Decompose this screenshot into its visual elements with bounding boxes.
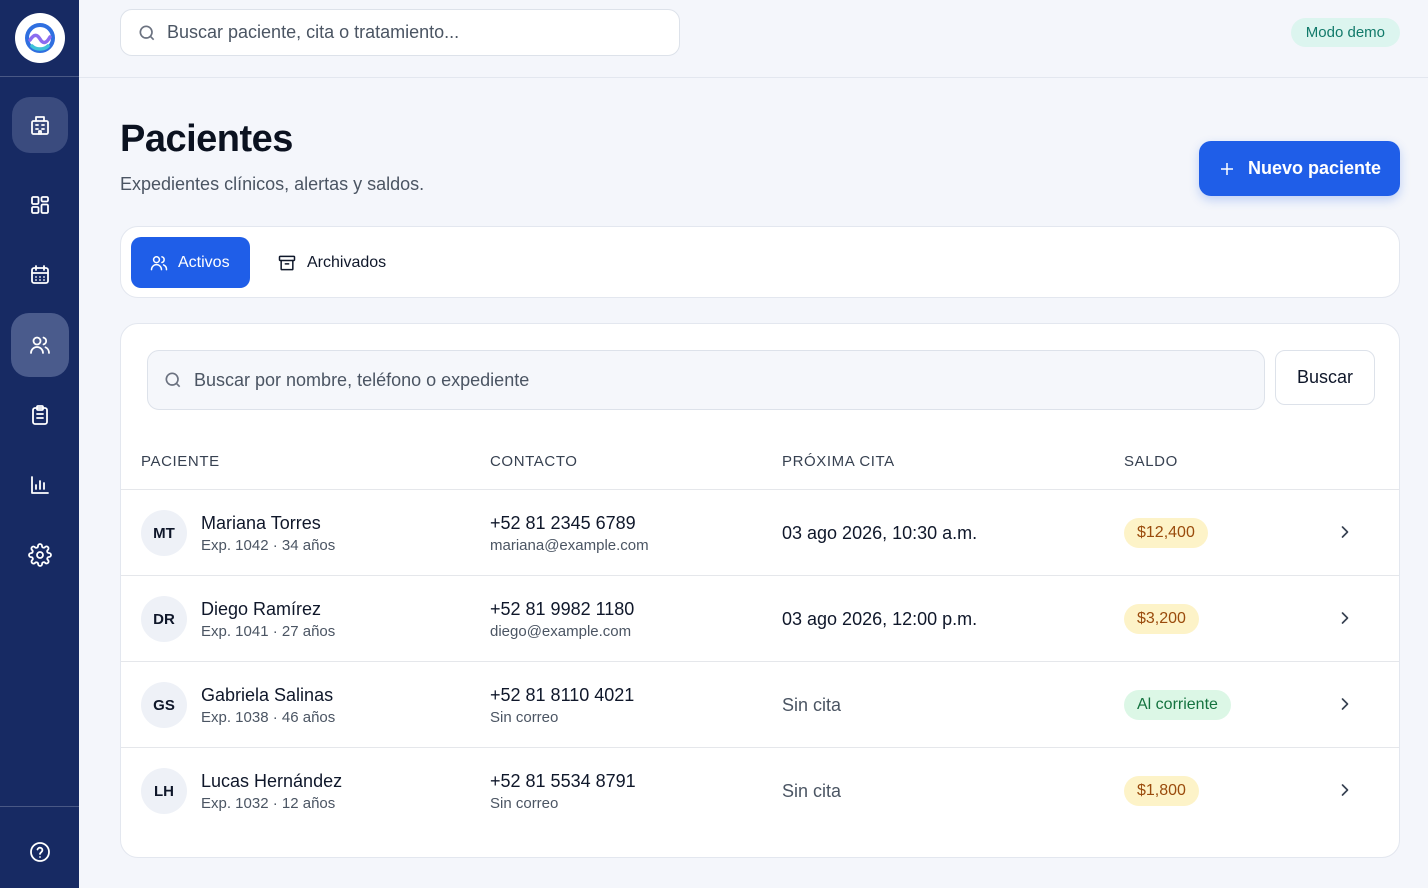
search-button[interactable]: Buscar bbox=[1275, 350, 1375, 405]
tab-archived[interactable]: Archivados bbox=[267, 237, 397, 288]
patient-email: diego@example.com bbox=[490, 623, 632, 640]
column-header-patient: PACIENTE bbox=[141, 453, 220, 470]
patient-name: Diego Ramírez bbox=[201, 599, 322, 619]
sidebar-item-dashboard[interactable] bbox=[0, 175, 79, 235]
patient-email: mariana@example.com bbox=[490, 537, 649, 554]
chevron-right-icon[interactable] bbox=[1335, 608, 1355, 628]
patient-phone: +52 81 9982 1180 bbox=[490, 599, 635, 619]
patient-meta: Exp. 1041 · 27 años bbox=[201, 623, 336, 640]
chevron-right-icon[interactable] bbox=[1335, 694, 1355, 714]
bar-chart-icon bbox=[30, 476, 49, 494]
demo-mode-badge: Modo demo bbox=[1290, 18, 1400, 47]
tab-active[interactable]: Activos bbox=[131, 237, 250, 288]
new-patient-label: Nuevo paciente bbox=[1247, 158, 1382, 178]
help-circle-icon bbox=[29, 842, 50, 862]
new-patient-button[interactable]: Nuevo paciente bbox=[1199, 141, 1400, 196]
balance-badge: $12,400 bbox=[1124, 518, 1208, 548]
gear-icon bbox=[27, 543, 52, 567]
patient-meta: Exp. 1038 · 46 años bbox=[201, 709, 336, 726]
patient-phone: +52 81 2345 6789 bbox=[490, 513, 636, 533]
sidebar-item-reports[interactable] bbox=[0, 455, 79, 515]
table-row[interactable]: MT Mariana Torres Exp. 1042 · 34 años +5… bbox=[121, 490, 1399, 576]
next-appointment: Sin cita bbox=[782, 781, 842, 801]
logo-area bbox=[0, 0, 79, 77]
topbar: Modo demo bbox=[79, 0, 1428, 78]
avatar: LH bbox=[141, 768, 187, 814]
sidebar-item-settings[interactable] bbox=[0, 525, 79, 585]
patient-email: Sin correo bbox=[490, 795, 559, 812]
avatar: DR bbox=[141, 596, 187, 642]
search-icon bbox=[139, 25, 155, 40]
sidebar-divider bbox=[0, 806, 79, 807]
patient-name: Lucas Hernández bbox=[201, 771, 343, 791]
patient-phone: +52 81 8110 4021 bbox=[490, 685, 635, 705]
table-row[interactable]: LH Lucas Hernández Exp. 1032 · 12 años +… bbox=[121, 748, 1399, 834]
patient-phone: +52 81 5534 8791 bbox=[490, 771, 636, 791]
column-header-next-appointment: PRÓXIMA CITA bbox=[782, 453, 895, 470]
balance-badge: $1,800 bbox=[1124, 776, 1199, 806]
patient-search-input[interactable] bbox=[194, 369, 1234, 391]
sidebar bbox=[0, 0, 79, 888]
sidebar-item-calendar[interactable] bbox=[0, 245, 79, 305]
calendar-icon bbox=[30, 265, 49, 284]
next-appointment: 03 ago 2026, 10:30 a.m. bbox=[782, 523, 978, 543]
patient-search[interactable] bbox=[147, 350, 1265, 410]
avatar: MT bbox=[141, 510, 187, 556]
patient-name: Mariana Torres bbox=[201, 513, 321, 533]
global-search-input[interactable] bbox=[167, 22, 647, 43]
column-header-balance: SALDO bbox=[1124, 453, 1178, 470]
sidebar-item-clinic[interactable] bbox=[0, 95, 79, 155]
users-icon bbox=[29, 336, 50, 354]
chevron-right-icon[interactable] bbox=[1335, 522, 1355, 542]
patient-meta: Exp. 1032 · 12 años bbox=[201, 795, 336, 812]
tab-label: Activos bbox=[178, 253, 230, 271]
column-header-contact: CONTACTO bbox=[490, 453, 578, 470]
plus-icon bbox=[1220, 162, 1233, 175]
global-search[interactable] bbox=[120, 9, 680, 56]
next-appointment: Sin cita bbox=[782, 695, 842, 715]
avatar: GS bbox=[141, 682, 187, 728]
table-row[interactable]: DR Diego Ramírez Exp. 1041 · 27 años +52… bbox=[121, 576, 1399, 662]
clipboard-icon bbox=[31, 405, 48, 425]
next-appointment: 03 ago 2026, 12:00 p.m. bbox=[782, 609, 978, 629]
grid-icon bbox=[30, 196, 49, 214]
patient-name: Gabriela Salinas bbox=[201, 685, 334, 705]
building-icon bbox=[30, 116, 49, 135]
patient-meta: Exp. 1042 · 34 años bbox=[201, 537, 336, 554]
app-logo[interactable] bbox=[14, 13, 65, 63]
page-title: Pacientes bbox=[120, 118, 293, 160]
status-tabs: Activos Archivados bbox=[120, 226, 1400, 298]
chevron-right-icon[interactable] bbox=[1335, 780, 1355, 800]
balance-badge: $3,200 bbox=[1124, 604, 1199, 634]
sidebar-item-help[interactable] bbox=[0, 822, 79, 882]
table-row[interactable]: GS Gabriela Salinas Exp. 1038 · 46 años … bbox=[121, 662, 1399, 748]
users-icon bbox=[150, 255, 168, 270]
tab-label: Archivados bbox=[307, 253, 387, 271]
logo-icon bbox=[24, 23, 55, 53]
sidebar-item-patients[interactable] bbox=[0, 313, 79, 377]
search-icon bbox=[165, 372, 181, 388]
page-subtitle: Expedientes clínicos, alertas y saldos. bbox=[120, 174, 425, 194]
archive-icon bbox=[278, 255, 296, 270]
patient-email: Sin correo bbox=[490, 709, 559, 726]
sidebar-item-records[interactable] bbox=[0, 385, 79, 445]
balance-badge: Al corriente bbox=[1124, 690, 1231, 720]
patient-list-card: Buscar PACIENTE CONTACTO PRÓXIMA CITA SA… bbox=[120, 323, 1400, 858]
